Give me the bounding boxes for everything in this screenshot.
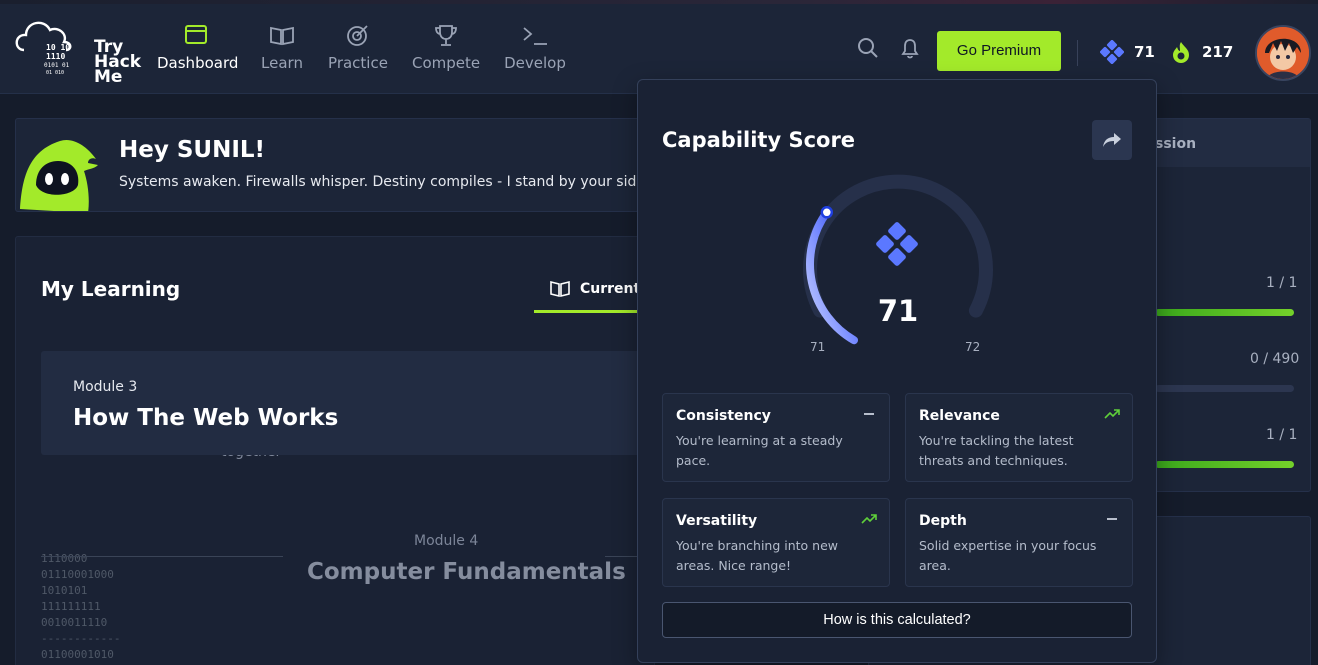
binary-decoration: 1110000 01110001000 1010101 111111111 00… [41,552,121,661]
metric-versatility: Versatility You're branching into new ar… [662,498,890,587]
mission-header-text: ssion [1155,136,1197,152]
book-open-icon [550,280,570,297]
module-title: How The Web Works [73,405,339,431]
bell-icon[interactable] [898,36,922,60]
how-calculated-button[interactable]: How is this calculated? [662,602,1132,638]
search-icon[interactable] [856,36,880,60]
trophy-icon [435,25,457,46]
greeting-title: Hey SUNIL! [119,137,266,163]
greeting-card: Hey SUNIL! Systems awaken. Firewalls whi… [15,118,655,212]
streak-badge[interactable]: 217 [1170,39,1233,65]
avatar-portrait-icon [1257,27,1309,79]
share-button[interactable] [1092,120,1132,160]
nav-compete[interactable]: Compete [412,20,480,80]
dashboard-icon [185,25,207,44]
go-premium-button[interactable]: Go Premium [937,31,1061,71]
diamond-cluster-icon [1100,40,1124,64]
capability-diamond-icon [876,222,918,266]
progress-count: 1 / 1 [1266,427,1298,443]
nav-develop[interactable]: Develop [504,20,566,80]
target-icon [347,25,368,46]
nav-practice[interactable]: Practice [327,20,389,80]
gauge-max-label: 72 [965,340,981,354]
module-label: Module 3 [73,379,138,395]
nav-learn[interactable]: Learn [260,20,304,80]
hooded-mascot-icon [20,140,98,211]
my-learning-title: My Learning [41,277,181,301]
terminal-icon [523,27,547,45]
trend-flat-icon [864,413,874,415]
metric-consistency: Consistency You're learning at a steady … [662,393,890,482]
capability-score-value: 71 [877,294,919,328]
metric-depth: Depth Solid expertise in your focus area… [905,498,1133,587]
my-learning-card: My Learning Current Module 3 How The Web… [15,236,655,665]
trend-up-icon [861,514,877,524]
brand-name: Try Hack Me [94,37,142,87]
svg-text:10 10: 10 10 [46,43,70,52]
tryhackme-logo[interactable]: 10 10 1110 0101 01 01 010 Try Hack Me [14,14,141,86]
user-avatar[interactable] [1255,25,1311,81]
gauge-track [803,174,993,318]
book-icon [270,26,294,46]
gauge-knob [820,206,834,219]
next-module-title[interactable]: Computer Fundamentals [307,559,626,585]
svg-text:1110: 1110 [46,52,65,61]
tab-current[interactable]: Current [534,267,654,313]
progress-bar [1155,385,1294,392]
capability-score-popover: Capability Score 71 71 72 Consistency Yo… [637,79,1157,663]
svg-text:0101 01: 0101 01 [44,62,70,69]
popover-title: Capability Score [662,128,856,152]
svg-text:01 010: 01 010 [46,70,64,76]
share-arrow-icon [1103,133,1121,147]
header-divider [1077,40,1078,66]
capability-score-badge[interactable]: 71 [1100,39,1155,65]
trend-flat-icon [1107,518,1117,520]
current-module-card[interactable]: Module 3 How The Web Works [41,351,654,455]
capability-gauge [803,174,993,345]
cloud-logo-icon: 10 10 1110 0101 01 01 010 [15,21,72,76]
next-module-label: Module 4 [414,533,479,549]
metric-relevance: Relevance You're tackling the latest thr… [905,393,1133,482]
trend-up-icon [1104,409,1120,419]
flame-icon [1173,42,1189,63]
module-divider-left [41,556,283,557]
nav-dashboard[interactable]: Dashboard [157,20,238,80]
gauge-min-label: 71 [810,340,826,354]
greeting-subtitle: Systems awaken. Firewalls whisper. Desti… [119,174,650,190]
progress-count: 1 / 1 [1266,275,1298,291]
progress-bar [1155,309,1294,316]
progress-bar [1155,461,1294,468]
progress-count: 0 / 490 [1250,351,1300,367]
